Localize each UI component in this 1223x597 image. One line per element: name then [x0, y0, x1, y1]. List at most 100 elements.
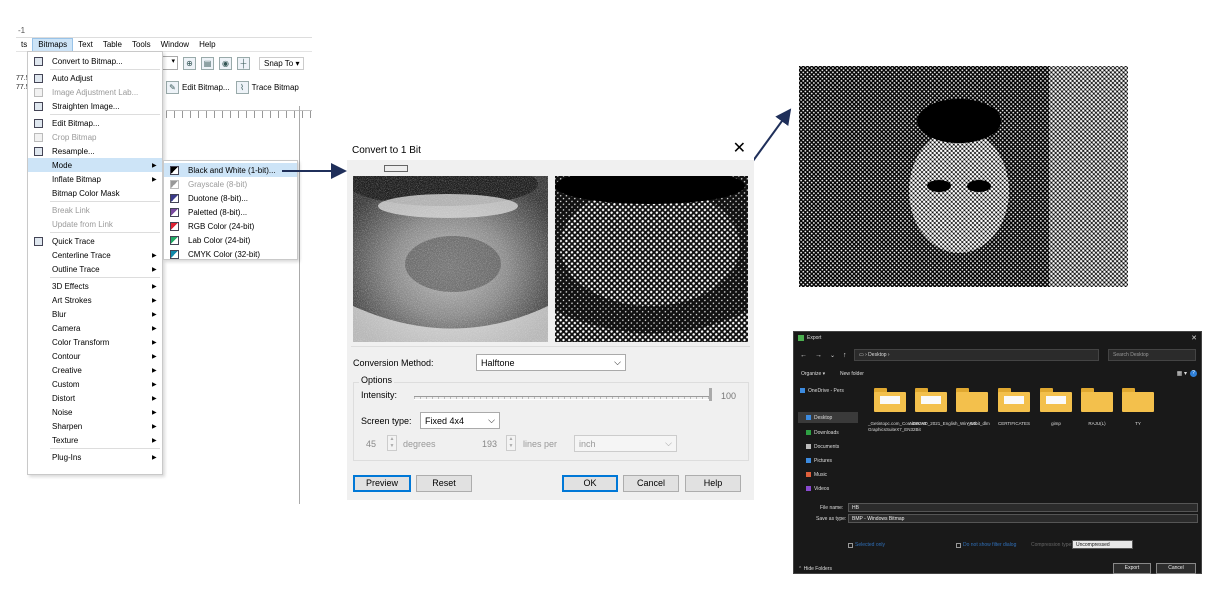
menu-item-image-adjustment-lab[interactable]: Image Adjustment Lab... [28, 85, 162, 99]
menu-item-art-strokes[interactable]: Art Strokes ▶ [28, 293, 162, 307]
menu-item-auto-adjust[interactable]: Auto Adjust [28, 71, 162, 85]
folder-icon[interactable] [915, 388, 947, 412]
folder-icon[interactable] [1122, 388, 1154, 412]
ok-button[interactable]: OK [562, 475, 618, 492]
folder-icon[interactable] [956, 388, 988, 412]
sidebar-item-videos[interactable]: Videos [798, 483, 858, 494]
chevron-down-icon[interactable]: ⌄ [830, 352, 835, 359]
menubar-item-text[interactable]: Text [73, 38, 98, 52]
conversion-method-select[interactable]: Halftone ⌵ [476, 354, 626, 371]
menubar-item-table[interactable]: Table [98, 38, 127, 52]
menu-item-convert-to-bitmap[interactable]: Convert to Bitmap... [28, 54, 162, 68]
preview-button[interactable]: Preview [353, 475, 411, 492]
reset-button[interactable]: Reset [416, 475, 472, 492]
back-icon[interactable]: ← [800, 352, 807, 359]
menu-item-cmyk-color-32-bit[interactable]: CMYK Color (32-bit) [164, 247, 297, 261]
folder-icon[interactable] [874, 388, 906, 412]
menu-item-color-transform[interactable]: Color Transform ▶ [28, 335, 162, 349]
grid-icon[interactable]: ┼ [237, 56, 250, 70]
preview-mode-toggle[interactable] [384, 165, 408, 172]
menu-item-outline-trace[interactable]: Outline Trace ▶ [28, 262, 162, 276]
menu-item-black-and-white-1-bit[interactable]: Black and White (1-bit)... [164, 163, 297, 177]
address-bar[interactable]: ▭ › Desktop › [854, 349, 1099, 361]
new-folder-button[interactable]: New folder [840, 371, 864, 377]
edit-bitmap-button[interactable]: ✎ Edit Bitmap... [166, 80, 230, 94]
save-type-select[interactable]: BMP - Windows Bitmap [848, 514, 1198, 523]
menu-item-grayscale-8-bit[interactable]: Grayscale (8-bit) [164, 177, 297, 191]
menu-item-break-link[interactable]: Break Link [28, 203, 162, 217]
menu-item-label: Paletted (8-bit)... [188, 207, 248, 217]
export-button[interactable]: Export [1113, 563, 1151, 574]
menubar-item-help[interactable]: Help [194, 38, 220, 52]
snap-icon[interactable]: ⊕ [183, 56, 196, 70]
menu-item-custom[interactable]: Custom ▶ [28, 377, 162, 391]
unit-select[interactable]: inch ⌵ [574, 435, 677, 452]
view-icon[interactable]: ◉ [219, 56, 232, 70]
menubar-item-tools[interactable]: Tools [127, 38, 156, 52]
intensity-slider[interactable] [414, 396, 710, 400]
trace-bitmap-button[interactable]: ⌇ Trace Bitmap [235, 80, 299, 94]
menu-item-creative[interactable]: Creative ▶ [28, 363, 162, 377]
menu-item-duotone-8-bit[interactable]: Duotone (8-bit)... [164, 191, 297, 205]
menu-item-inflate-bitmap[interactable]: Inflate Bitmap ▶ [28, 172, 162, 186]
cancel-export-button[interactable]: Cancel [1156, 563, 1196, 574]
close-icon[interactable]: ✕ [1191, 334, 1197, 342]
sidebar-item-onedrive-pers[interactable]: OneDrive - Pers [798, 385, 858, 396]
menubar-item-ts[interactable]: ts [16, 38, 32, 52]
sidebar-item-documents[interactable]: Documents [798, 441, 858, 452]
compression-select[interactable]: Uncompressed [1072, 540, 1133, 549]
angle-spinner[interactable]: ▲ ▼ [387, 435, 397, 451]
do-not-show-option[interactable]: Do not show filter dialog [956, 542, 1016, 548]
menu-item-3d-effects[interactable]: 3D Effects ▶ [28, 279, 162, 293]
menu-item-mode[interactable]: Mode ▶ [28, 158, 162, 172]
sidebar-item-downloads[interactable]: Downloads [798, 427, 858, 438]
menu-item-contour[interactable]: Contour ▶ [28, 349, 162, 363]
up-icon[interactable]: ↑ [843, 352, 847, 359]
menu-item-noise[interactable]: Noise ▶ [28, 405, 162, 419]
menu-item-edit-bitmap[interactable]: Edit Bitmap... [28, 116, 162, 130]
horizontal-ruler[interactable] [166, 110, 312, 118]
folder-icon[interactable] [1040, 388, 1072, 412]
menu-item-straighten-image[interactable]: Straighten Image... [28, 99, 162, 113]
search-input[interactable]: Search Desktop [1108, 349, 1196, 361]
menu-item-plug-ins[interactable]: Plug-Ins ▶ [28, 450, 162, 464]
file-name-input[interactable]: HB [848, 503, 1198, 512]
menu-item-rgb-color-24-bit[interactable]: RGB Color (24-bit) [164, 219, 297, 233]
sidebar-item-desktop[interactable]: Desktop [798, 412, 858, 423]
menu-item-crop-bitmap[interactable]: Crop Bitmap [28, 130, 162, 144]
view-options-icon[interactable]: ▦ ▾ [1177, 370, 1187, 377]
folder-icon[interactable] [1081, 388, 1113, 412]
menubar-item-bitmaps[interactable]: Bitmaps [32, 37, 74, 52]
menu-item-paletted-8-bit[interactable]: Paletted (8-bit)... [164, 205, 297, 219]
hide-folders-button[interactable]: ⌃ Hide Folders [798, 566, 832, 572]
menu-item-distort[interactable]: Distort ▶ [28, 391, 162, 405]
help-button[interactable]: Help [685, 475, 741, 492]
menu-item-sharpen[interactable]: Sharpen ▶ [28, 419, 162, 433]
page-icon[interactable]: ▤ [201, 56, 214, 70]
menu-item-bitmap-color-mask[interactable]: Bitmap Color Mask [28, 186, 162, 200]
menu-item-lab-color-24-bit[interactable]: Lab Color (24-bit) [164, 233, 297, 247]
menu-item-centerline-trace[interactable]: Centerline Trace ▶ [28, 248, 162, 262]
menubar-item-window[interactable]: Window [156, 38, 194, 52]
intensity-slider-thumb[interactable] [709, 388, 712, 401]
menu-item-blur[interactable]: Blur ▶ [28, 307, 162, 321]
forward-icon[interactable]: → [815, 352, 822, 359]
selected-only-checkbox[interactable] [848, 542, 853, 548]
screen-type-select[interactable]: Fixed 4x4 ⌵ [420, 412, 500, 429]
help-icon[interactable]: ? [1190, 370, 1197, 377]
menu-item-update-from-link[interactable]: Update from Link [28, 217, 162, 231]
sidebar-item-music[interactable]: Music [798, 469, 858, 480]
snap-to-dropdown[interactable]: Snap To ▾ [259, 56, 305, 70]
menu-item-texture[interactable]: Texture ▶ [28, 433, 162, 447]
folder-icon[interactable] [998, 388, 1030, 412]
menu-item-camera[interactable]: Camera ▶ [28, 321, 162, 335]
lines-spinner[interactable]: ▲ ▼ [506, 435, 516, 451]
menu-item-resample[interactable]: Resample... [28, 144, 162, 158]
menu-item-quick-trace[interactable]: Quick Trace [28, 234, 162, 248]
organize-button[interactable]: Organize ▾ [801, 371, 825, 377]
selected-only-option[interactable]: Selected only [848, 542, 885, 548]
close-icon[interactable]: ✕ [733, 141, 746, 157]
cancel-button[interactable]: Cancel [623, 475, 679, 492]
sidebar-item-pictures[interactable]: Pictures [798, 455, 858, 466]
do-not-show-checkbox[interactable] [956, 542, 961, 548]
